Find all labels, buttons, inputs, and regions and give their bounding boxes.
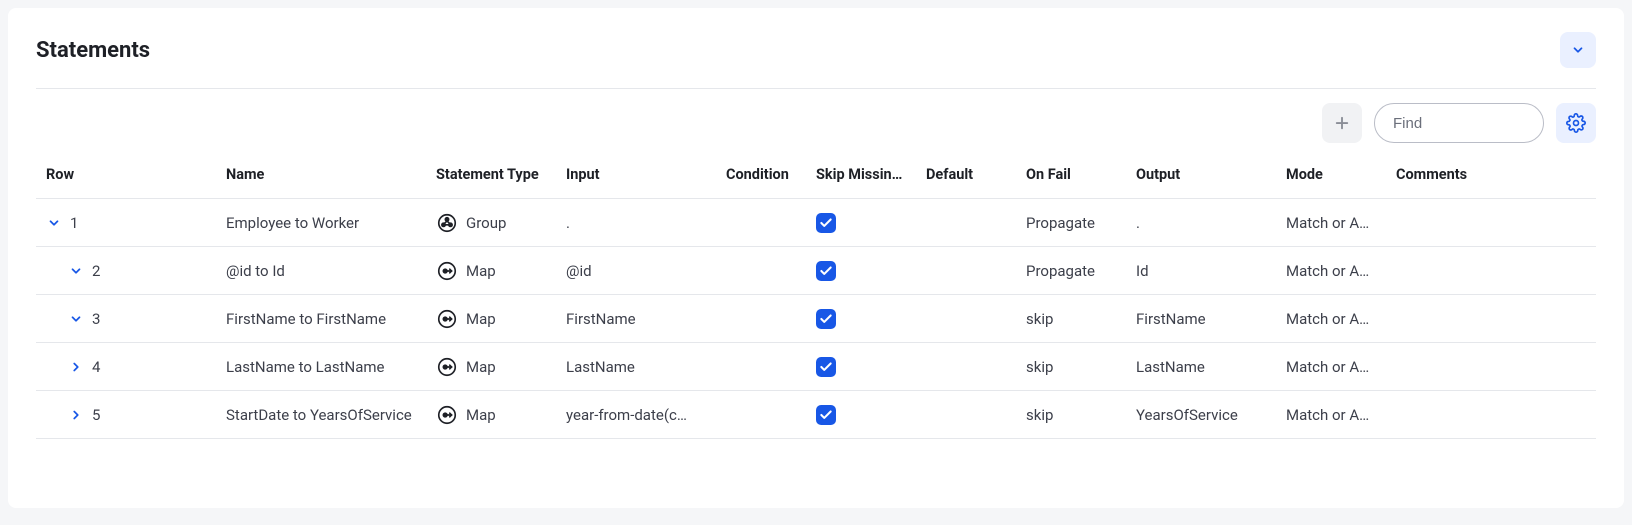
mode-cell: Match or A… xyxy=(1286,214,1396,232)
output-cell: FirstName xyxy=(1136,310,1286,328)
name-cell: LastName to LastName xyxy=(226,358,436,376)
row-cell: 1 xyxy=(36,214,226,232)
statements-table: Row Name Statement Type Input Condition … xyxy=(36,151,1596,439)
statement-type-label: Map xyxy=(466,262,496,280)
plus-icon xyxy=(1333,114,1351,132)
on-fail-cell: Propagate xyxy=(1026,262,1136,280)
chevron-down-icon xyxy=(1571,43,1585,57)
input-cell: FirstName xyxy=(566,310,726,328)
settings-button[interactable] xyxy=(1556,103,1596,143)
on-fail-cell: skip xyxy=(1026,358,1136,376)
mode-cell: Match or A… xyxy=(1286,310,1396,328)
row-cell: 5 xyxy=(36,406,226,424)
table-row[interactable]: 2 @id to Id Map @id PropagateIdMatch or A… xyxy=(36,247,1596,295)
panel-title: Statements xyxy=(36,38,150,63)
mode-cell: Match or A… xyxy=(1286,358,1396,376)
mode-cell: Match or A… xyxy=(1286,406,1396,424)
statement-type-label: Group xyxy=(466,214,506,232)
collapse-panel-button[interactable] xyxy=(1560,32,1596,68)
col-name[interactable]: Name xyxy=(226,166,436,183)
map-icon xyxy=(436,260,458,282)
group-icon xyxy=(436,212,458,234)
on-fail-cell: skip xyxy=(1026,406,1136,424)
statement-type-cell: Map xyxy=(436,308,566,330)
input-cell: @id xyxy=(566,262,726,280)
chevron-down-icon[interactable] xyxy=(68,311,84,327)
on-fail-cell: skip xyxy=(1026,310,1136,328)
chevron-down-icon[interactable] xyxy=(68,263,84,279)
chevron-right-icon[interactable] xyxy=(68,359,84,375)
mode-cell: Match or A… xyxy=(1286,262,1396,280)
row-cell: 4 xyxy=(36,358,226,376)
output-cell: LastName xyxy=(1136,358,1286,376)
col-mode[interactable]: Mode xyxy=(1286,166,1396,183)
row-number: 4 xyxy=(92,358,100,376)
chevron-down-icon[interactable] xyxy=(46,215,62,231)
chevron-right-icon[interactable] xyxy=(68,407,84,423)
statement-type-label: Map xyxy=(466,310,496,328)
skip-missing-cell xyxy=(816,405,926,425)
output-cell: YearsOfService xyxy=(1136,406,1286,424)
toolbar xyxy=(36,103,1596,143)
row-number: 3 xyxy=(92,310,100,328)
name-cell: StartDate to YearsOfService xyxy=(226,406,436,424)
table-row[interactable]: 4LastName to LastNameMapLastNameskipLast… xyxy=(36,343,1596,391)
map-icon xyxy=(436,404,458,426)
map-icon xyxy=(436,356,458,378)
name-cell: FirstName to FirstName xyxy=(226,310,436,328)
gear-icon xyxy=(1566,113,1586,133)
table-row[interactable]: 5 StartDate to YearsOfService Map year-from… xyxy=(36,391,1596,439)
skip-missing-cell xyxy=(816,261,926,281)
output-cell: Id xyxy=(1136,262,1286,280)
name-cell: @id to Id xyxy=(226,262,436,280)
map-icon xyxy=(436,308,458,330)
row-cell: 2 xyxy=(36,262,226,280)
on-fail-cell: Propagate xyxy=(1026,214,1136,232)
row-number: 1 xyxy=(70,214,78,232)
input-cell: . xyxy=(566,214,726,232)
statement-type-cell: Map xyxy=(436,356,566,378)
output-cell: . xyxy=(1136,214,1286,232)
statements-panel: Statements Row Name Statement Type Input… xyxy=(8,8,1624,508)
input-cell: LastName xyxy=(566,358,726,376)
table-header-row: Row Name Statement Type Input Condition … xyxy=(36,151,1596,199)
find-input[interactable] xyxy=(1374,103,1544,143)
col-output[interactable]: Output xyxy=(1136,166,1286,183)
statement-type-label: Map xyxy=(466,358,496,376)
skip-missing-cell xyxy=(816,213,926,233)
col-on-fail[interactable]: On Fail xyxy=(1026,166,1136,183)
skip-missing-checkbox[interactable] xyxy=(816,309,836,329)
skip-missing-checkbox[interactable] xyxy=(816,213,836,233)
row-cell: 3 xyxy=(36,310,226,328)
col-comments[interactable]: Comments xyxy=(1396,166,1496,183)
statement-type-label: Map xyxy=(466,406,496,424)
table-row[interactable]: 1Employee to WorkerGroup.Propagate.Match… xyxy=(36,199,1596,247)
input-cell: year-from-date(c… xyxy=(566,406,726,424)
row-number: 5 xyxy=(92,406,100,424)
skip-missing-checkbox[interactable] xyxy=(816,261,836,281)
statement-type-cell: Group xyxy=(436,212,566,234)
col-statement-type[interactable]: Statement Type xyxy=(436,166,566,183)
skip-missing-cell xyxy=(816,309,926,329)
col-input[interactable]: Input xyxy=(566,166,726,183)
col-default[interactable]: Default xyxy=(926,166,1026,183)
col-skip-missing[interactable]: Skip Missin… xyxy=(816,166,926,183)
table-body: 1Employee to WorkerGroup.Propagate.Match… xyxy=(36,199,1596,439)
col-condition[interactable]: Condition xyxy=(726,166,816,183)
add-button[interactable] xyxy=(1322,103,1362,143)
statement-type-cell: Map xyxy=(436,404,566,426)
skip-missing-checkbox[interactable] xyxy=(816,357,836,377)
statement-type-cell: Map xyxy=(436,260,566,282)
name-cell: Employee to Worker xyxy=(226,214,436,232)
table-row[interactable]: 3FirstName to FirstNameMapFirstNameskipF… xyxy=(36,295,1596,343)
skip-missing-cell xyxy=(816,357,926,377)
row-number: 2 xyxy=(92,262,100,280)
col-row[interactable]: Row xyxy=(36,166,226,183)
panel-header: Statements xyxy=(36,32,1596,89)
skip-missing-checkbox[interactable] xyxy=(816,405,836,425)
